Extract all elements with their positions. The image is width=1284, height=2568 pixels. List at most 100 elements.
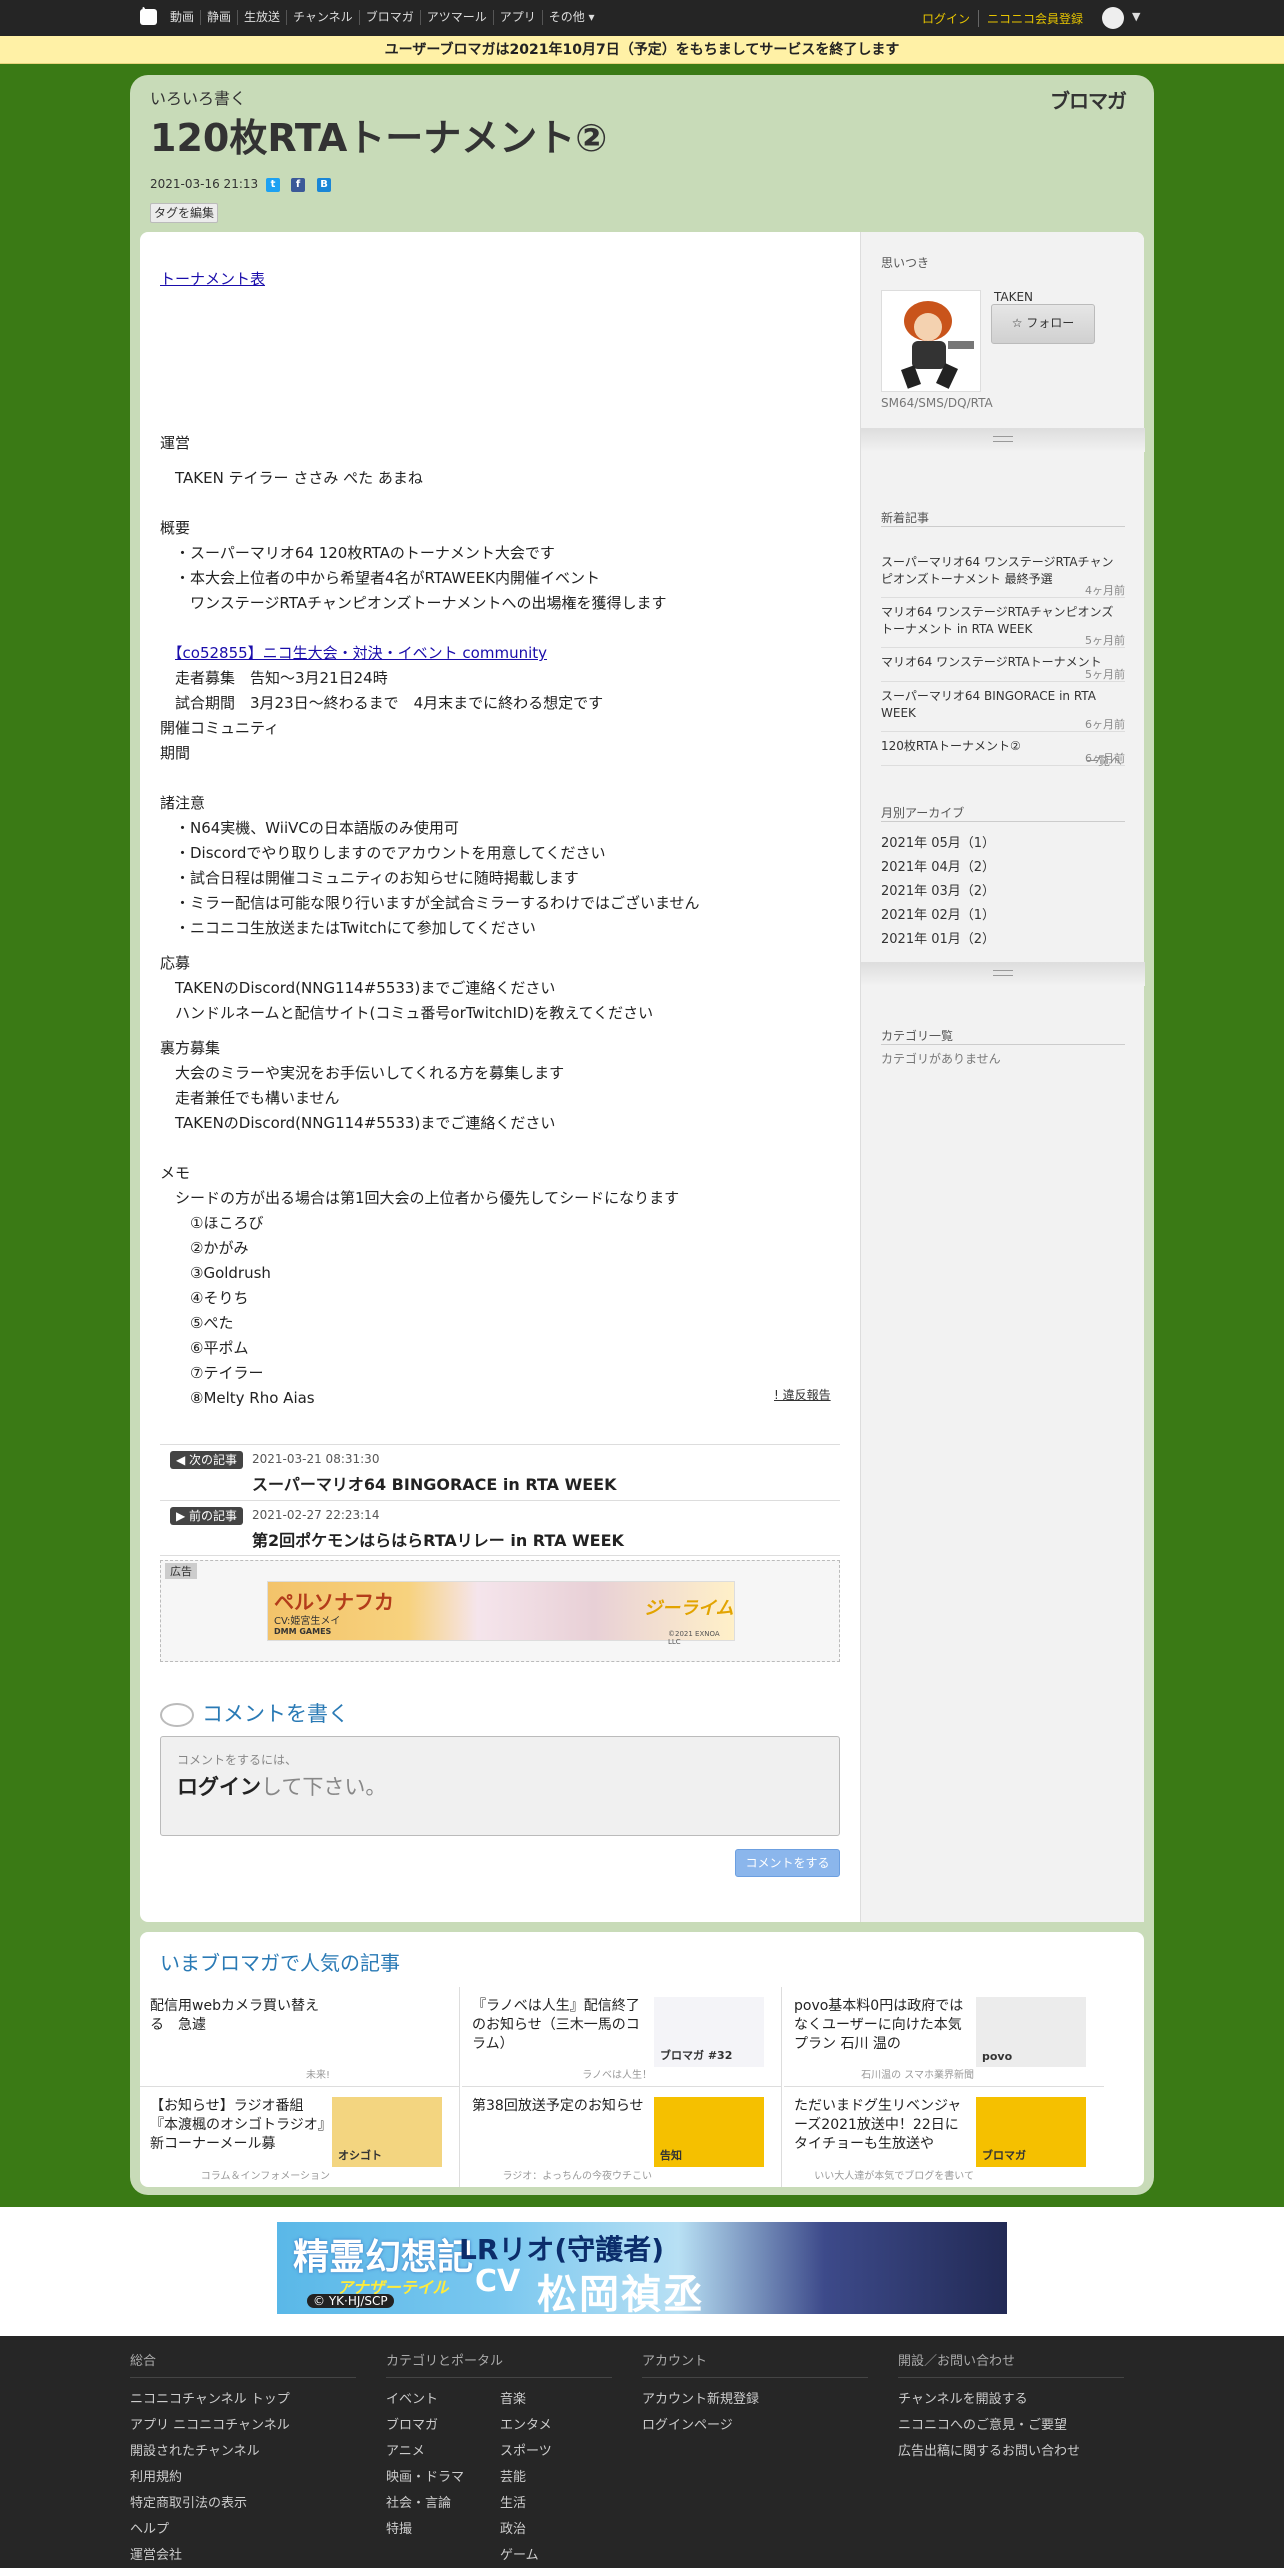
footer-link[interactable]: アプリ ニコニコチャンネル bbox=[130, 2414, 290, 2433]
footer-link[interactable]: 映画・ドラマ bbox=[386, 2466, 464, 2485]
banner-cv: CV bbox=[475, 2264, 521, 2299]
facebook-share-icon[interactable]: f bbox=[291, 178, 305, 192]
footer-link[interactable]: ニコニコチャンネル トップ bbox=[130, 2388, 290, 2407]
archive-month-link[interactable]: 2021年 04月（2） bbox=[881, 856, 995, 875]
popular-article-thumbnail[interactable]: オシゴト bbox=[332, 2097, 442, 2167]
popular-article-thumbnail[interactable]: 告知 bbox=[654, 2097, 764, 2167]
nav-live[interactable]: 生放送 bbox=[237, 10, 286, 25]
twitter-share-icon[interactable]: t bbox=[266, 178, 280, 192]
footer-link[interactable]: 芸能 bbox=[500, 2466, 526, 2485]
nav-app[interactable]: アプリ bbox=[492, 10, 542, 25]
follow-button[interactable]: ☆ フォロー bbox=[991, 304, 1095, 344]
section-divider bbox=[861, 428, 1145, 452]
popular-article-title[interactable]: 配信用webカメラ買い替える 急遽 bbox=[150, 1997, 325, 2035]
prev-article[interactable]: ▶ 前の記事 2021-02-27 22:23:14 第2回ポケモンはらはらRT… bbox=[160, 1500, 840, 1556]
nav-blomaga[interactable]: ブロマガ bbox=[358, 10, 420, 25]
footer-link[interactable]: ブロマガ bbox=[386, 2414, 438, 2433]
login-link[interactable]: ログイン bbox=[922, 10, 980, 27]
nav-seiga[interactable]: 静画 bbox=[200, 10, 237, 25]
new-article-item[interactable]: マリオ64 ワンステージRTAトーナメント 5ヶ月前 bbox=[881, 654, 1125, 682]
footer-link[interactable]: 特撮 bbox=[386, 2518, 412, 2537]
popular-article-thumbnail[interactable]: ブロマガ #32 bbox=[654, 1997, 764, 2067]
footer-link[interactable]: ヘルプ bbox=[130, 2518, 169, 2537]
popular-article[interactable]: 【お知らせ】ラジオ番組『本渡楓のオシゴトラジオ』新コーナーメール募 コラム＆インフ… bbox=[140, 2087, 460, 2187]
footer-link[interactable]: 利用規約 bbox=[130, 2466, 182, 2485]
nav-atsumaru[interactable]: アツマール bbox=[419, 10, 493, 25]
report-link[interactable]: ! 違反報告 bbox=[774, 1386, 831, 1403]
user-avatar[interactable] bbox=[1102, 7, 1124, 29]
nav-video[interactable]: 動画 bbox=[164, 10, 200, 25]
footer-link[interactable]: チャンネルを開設する bbox=[898, 2388, 1028, 2407]
footer-link[interactable]: イベント bbox=[386, 2388, 438, 2407]
footer-link[interactable]: アニメ bbox=[386, 2440, 425, 2459]
footer-link[interactable]: ログインページ bbox=[642, 2414, 733, 2433]
popular-article[interactable]: 第38回放送予定のお知らせ ラジオ：よっちんの今夜ウチこい 告知 bbox=[462, 2087, 782, 2187]
new-article-title[interactable]: スーパーマリオ64 BINGORACE in RTA WEEK bbox=[881, 689, 1096, 720]
popular-article[interactable]: ただいまドグ生リベンジャーズ2021放送中！22日にタイチョーも生放送や いい大人… bbox=[784, 2087, 1104, 2187]
blog-name[interactable]: いろいろ書く bbox=[150, 85, 246, 109]
archive-month-link[interactable]: 2021年 02月（1） bbox=[881, 904, 995, 923]
chevron-down-icon[interactable]: ▼ bbox=[1132, 10, 1140, 23]
new-article-title[interactable]: スーパーマリオ64 ワンステージRTAチャンピオンズトーナメント 最終予選 bbox=[881, 555, 1113, 586]
more-articles-link[interactable]: 一覧へ bbox=[1086, 752, 1122, 769]
footer-link[interactable]: 社会・言論 bbox=[386, 2492, 451, 2511]
popular-article-thumbnail[interactable]: povo bbox=[976, 1997, 1086, 2067]
community-link[interactable]: 【co52855】ニコ生大会・対決・イベント community bbox=[175, 644, 547, 662]
footer-link[interactable]: 運営会社 bbox=[130, 2544, 182, 2563]
comment-submit-button[interactable]: コメントをする bbox=[735, 1849, 840, 1877]
bottom-ad-banner[interactable]: 精霊幻想記 アナザーテイル LRリオ(守護者) CV 松岡禎丞 © YK·HJ/… bbox=[277, 2222, 1007, 2314]
blomaga-logo[interactable]: ブロマガ bbox=[1050, 85, 1127, 114]
comment-login-link[interactable]: ログイン bbox=[177, 1775, 261, 1799]
archive-heading: 月別アーカイブ bbox=[881, 806, 965, 820]
author-name[interactable]: TAKEN bbox=[994, 290, 1033, 304]
popular-heading: いまブロマガで人気の記事 bbox=[160, 1951, 400, 1975]
footer-link[interactable]: ゲーム bbox=[500, 2544, 539, 2563]
hatena-bookmark-icon[interactable]: B bbox=[317, 178, 331, 192]
popular-article-thumbnail[interactable]: ブロマガ bbox=[976, 2097, 1086, 2167]
popular-article-title[interactable]: 【お知らせ】ラジオ番組『本渡楓のオシゴトラジオ』新コーナーメール募 bbox=[150, 2097, 325, 2154]
new-article-title[interactable]: 120枚RTAトーナメント② bbox=[881, 739, 1021, 753]
author-avatar[interactable] bbox=[881, 290, 981, 392]
ad-banner[interactable]: ペルソナフカ CV:姫宮生メイ DMM GAMES ジーライム ©2021 EX… bbox=[267, 1581, 735, 1646]
thumbnail-text: オシゴト bbox=[338, 2149, 382, 2162]
archive-month-link[interactable]: 2021年 01月（2） bbox=[881, 928, 995, 947]
new-article-item[interactable]: スーパーマリオ64 ワンステージRTAチャンピオンズトーナメント 最終予選 4ヶ月… bbox=[881, 554, 1125, 598]
new-article-title[interactable]: マリオ64 ワンステージRTAトーナメント bbox=[881, 655, 1102, 669]
comment-hint: コメントをするには、 bbox=[177, 1753, 298, 1767]
popular-article-channel: 石川温の スマホ業界新聞 bbox=[861, 2070, 974, 2081]
archive-month-link[interactable]: 2021年 03月（2） bbox=[881, 880, 995, 899]
new-article-title[interactable]: マリオ64 ワンステージRTAチャンピオンズトーナメント in RTA WEEK bbox=[881, 605, 1113, 636]
new-article-item[interactable]: マリオ64 ワンステージRTAチャンピオンズトーナメント in RTA WEEK… bbox=[881, 604, 1125, 648]
footer-link[interactable]: アカウント新規登録 bbox=[642, 2388, 759, 2407]
next-article[interactable]: ◀ 次の記事 2021-03-21 08:31:30 スーパーマリオ64 BIN… bbox=[160, 1444, 840, 1500]
nav-more[interactable]: その他 ▾ bbox=[541, 10, 601, 25]
footer-link[interactable]: 政治 bbox=[500, 2518, 526, 2537]
footer-link[interactable]: エンタメ bbox=[500, 2414, 552, 2433]
article-line: ・N64実機、WiiVCの日本語版のみ使用可 bbox=[160, 819, 459, 837]
footer-link[interactable]: 生活 bbox=[500, 2492, 526, 2511]
popular-article[interactable]: 配信用webカメラ買い替える 急遽未来! bbox=[140, 1987, 460, 2087]
comment-input[interactable]: コメントをするには、 ログインして下さい。 bbox=[160, 1736, 840, 1836]
popular-article-title[interactable]: 『ラノベは人生』配信終了のお知らせ（三木一馬のコラム） bbox=[472, 1997, 647, 2054]
archive-month-link[interactable]: 2021年 05月（1） bbox=[881, 832, 995, 851]
footer-link[interactable]: ニコニコへのご意見・ご要望 bbox=[898, 2414, 1067, 2433]
nav-channel[interactable]: チャンネル bbox=[286, 10, 359, 25]
next-title[interactable]: スーパーマリオ64 BINGORACE in RTA WEEK bbox=[252, 1471, 616, 1495]
tournament-table-link[interactable]: トーナメント表 bbox=[160, 268, 265, 289]
register-link[interactable]: ニコニコ会員登録 bbox=[979, 10, 1083, 27]
popular-article-title[interactable]: povo基本料0円は政府ではなくユーザーに向けた本気プラン 石川 温の bbox=[794, 1997, 969, 2054]
popular-article[interactable]: povo基本料0円は政府ではなくユーザーに向けた本気プラン 石川 温の石川温の … bbox=[784, 1987, 1104, 2087]
footer-link[interactable]: 広告出稿に関するお問い合わせ bbox=[898, 2440, 1080, 2459]
popular-article-channel: 未来! bbox=[305, 2070, 330, 2081]
edit-tags-button[interactable]: タグを編集 bbox=[150, 203, 218, 223]
footer-link[interactable]: 開設されたチャンネル bbox=[130, 2440, 260, 2459]
footer-link[interactable]: 特定商取引法の表示 bbox=[130, 2492, 247, 2511]
footer-link[interactable]: 音楽 bbox=[500, 2388, 526, 2407]
niconico-logo-icon[interactable] bbox=[140, 9, 157, 25]
footer-link[interactable]: スポーツ bbox=[500, 2440, 552, 2459]
popular-article[interactable]: 『ラノベは人生』配信終了のお知らせ（三木一馬のコラム） ラノベは人生！ ブロマガ #… bbox=[462, 1987, 782, 2087]
prev-title[interactable]: 第2回ポケモンはらはらRTAリレー in RTA WEEK bbox=[252, 1527, 624, 1551]
new-article-item[interactable]: スーパーマリオ64 BINGORACE in RTA WEEK 6ヶ月前 bbox=[881, 688, 1125, 732]
popular-article-title[interactable]: ただいまドグ生リベンジャーズ2021放送中！22日にタイチョーも生放送や bbox=[794, 2097, 969, 2154]
popular-article-title[interactable]: 第38回放送予定のお知らせ bbox=[472, 2097, 647, 2116]
